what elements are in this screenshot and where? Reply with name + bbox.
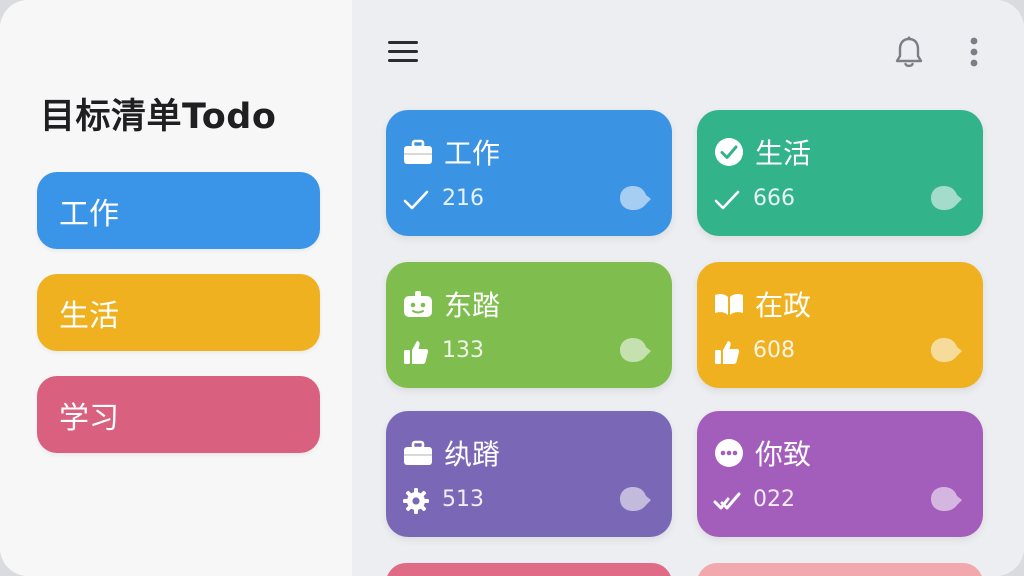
- thumb-icon: [713, 338, 741, 366]
- card-title: 工作: [444, 137, 501, 170]
- sidebar-item-label: 学习: [59, 400, 119, 436]
- app-title: 目标清单Todo: [40, 97, 277, 137]
- sidebar-item-life[interactable]: 生活: [37, 274, 320, 351]
- category-card-4[interactable]: 在政 608: [697, 262, 983, 388]
- hamburger-icon[interactable]: [384, 36, 422, 68]
- chat-bubble-icon: [929, 485, 963, 515]
- category-card-3[interactable]: 东踏 133: [386, 262, 672, 388]
- thumb-icon: [402, 338, 430, 366]
- check-icon: [402, 186, 430, 214]
- chat-bubble-icon: [929, 336, 963, 366]
- card-count: 022: [753, 487, 795, 512]
- robot-icon: [402, 288, 434, 320]
- ellipsis-circle-icon: [713, 437, 745, 469]
- double-check-icon: [713, 487, 741, 515]
- category-card-partial[interactable]: [386, 563, 672, 576]
- bell-icon[interactable]: [890, 34, 928, 72]
- app-window: 目标清单Todo 工作 生活 学习 工作 216 生活 666 东踏 133 在…: [0, 0, 1024, 576]
- card-count: 513: [442, 487, 484, 512]
- briefcase-icon: [402, 136, 434, 168]
- card-count: 666: [753, 186, 795, 211]
- category-card-5[interactable]: 纨蹐 513: [386, 411, 672, 537]
- check-icon: [713, 186, 741, 214]
- card-count: 216: [442, 186, 484, 211]
- card-title: 生活: [755, 137, 812, 170]
- category-card-partial[interactable]: [697, 563, 983, 576]
- card-title: 东踏: [444, 289, 501, 322]
- sidebar-item-label: 生活: [59, 298, 119, 334]
- category-card-work[interactable]: 工作 216: [386, 110, 672, 236]
- sidebar-item-study[interactable]: 学习: [37, 376, 320, 453]
- chat-bubble-icon: [618, 485, 652, 515]
- chat-bubble-icon: [618, 184, 652, 214]
- chat-bubble-icon: [929, 184, 963, 214]
- more-vertical-icon[interactable]: [962, 34, 986, 72]
- category-card-6[interactable]: 你致 022: [697, 411, 983, 537]
- card-title: 在政: [755, 289, 812, 322]
- card-title: 纨蹐: [444, 438, 501, 471]
- sidebar-item-work[interactable]: 工作: [37, 172, 320, 249]
- gear-icon: [402, 487, 430, 515]
- sidebar-item-label: 工作: [59, 196, 119, 232]
- category-card-life[interactable]: 生活 666: [697, 110, 983, 236]
- book-icon: [713, 288, 745, 320]
- check-circle-icon: [713, 136, 745, 168]
- chat-bubble-icon: [618, 336, 652, 366]
- card-title: 你致: [755, 438, 812, 471]
- briefcase-icon: [402, 437, 434, 469]
- sidebar: 目标清单Todo 工作 生活 学习: [0, 0, 352, 576]
- card-count: 608: [753, 338, 795, 363]
- card-count: 133: [442, 338, 484, 363]
